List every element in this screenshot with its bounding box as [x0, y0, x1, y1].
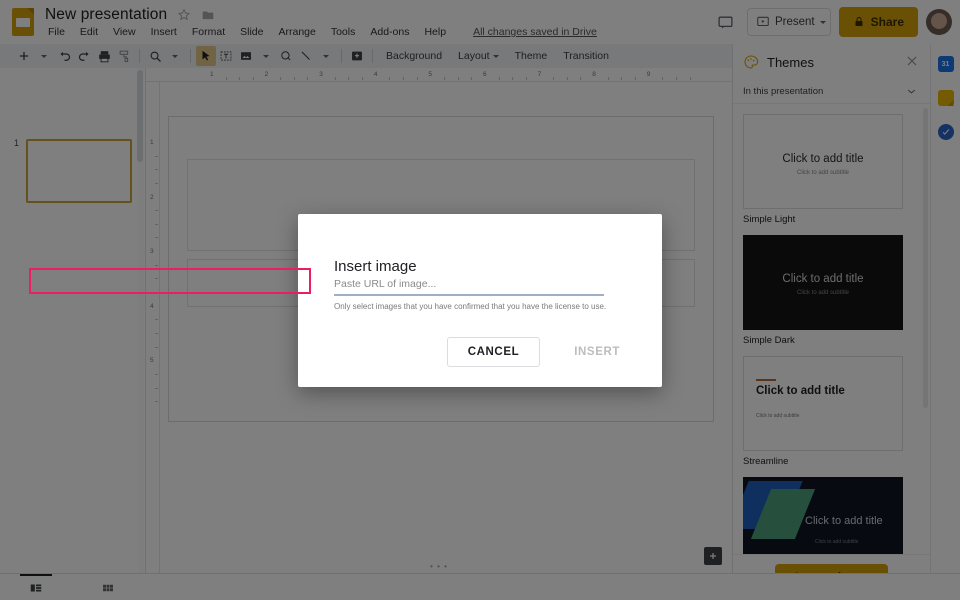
insert-button: INSERT [574, 346, 620, 358]
license-note: Only select images that you have confirm… [334, 302, 607, 311]
google-slides-app: New presentation File Edit View Insert F… [0, 0, 960, 600]
dialog-actions: CANCEL INSERT [446, 337, 640, 367]
cancel-button[interactable]: CANCEL [446, 337, 541, 367]
insert-image-dialog: Insert image Only select images that you… [298, 214, 662, 387]
dialog-title: Insert image [334, 258, 417, 275]
url-field-wrapper [334, 274, 604, 296]
image-url-input[interactable] [334, 274, 604, 296]
